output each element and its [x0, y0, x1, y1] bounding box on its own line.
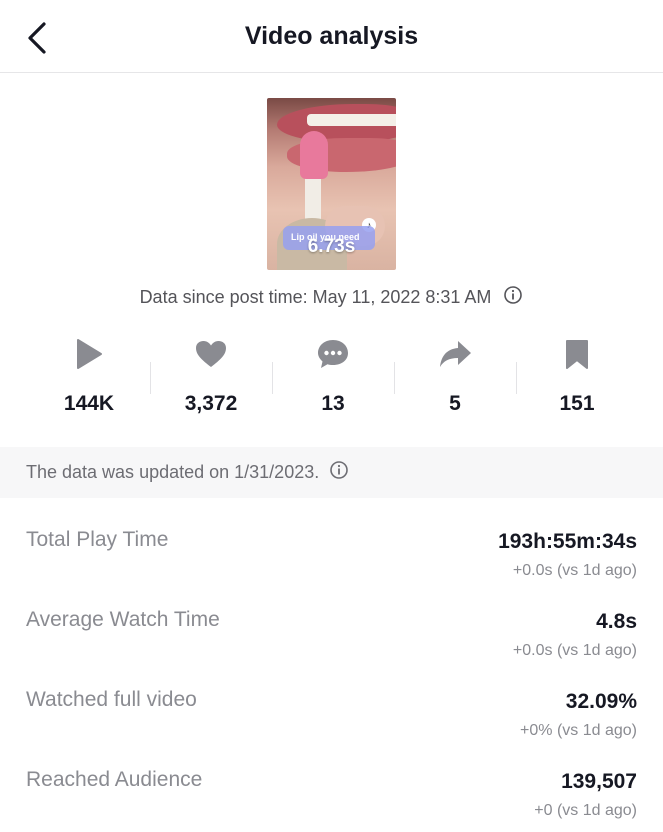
metric-reached-audience: Reached Audience 139,507 +0 (vs 1d ago): [0, 758, 663, 828]
metric-watched-full-video: Watched full video 32.09% +0% (vs 1d ago…: [0, 678, 663, 748]
shares-count: 5: [449, 392, 461, 415]
metric-value: 139,507: [561, 770, 637, 793]
stat-shares: 5: [394, 336, 516, 426]
metric-total-play-time: Total Play Time 193h:55m:34s +0.0s (vs 1…: [0, 518, 663, 588]
metric-label: Reached Audience: [26, 768, 203, 791]
video-thumbnail[interactable]: ♪ Lip oil you need 6.73s: [267, 98, 396, 270]
comments-count: 13: [321, 392, 345, 415]
video-duration: 6.73s: [307, 236, 356, 257]
page-title: Video analysis: [244, 22, 419, 50]
data-updated-banner: The data was updated on 1/31/2023.: [0, 447, 663, 498]
saves-count: 151: [559, 392, 595, 415]
metric-delta: +0% (vs 1d ago): [520, 722, 637, 739]
metric-delta: +0.0s (vs 1d ago): [512, 562, 637, 579]
comment-icon: [318, 340, 348, 368]
stats-row: 144K 3,372 13 5 151: [28, 336, 638, 426]
plays-count: 144K: [63, 392, 115, 415]
heart-icon: [196, 341, 226, 367]
metric-delta: +0 (vs 1d ago): [534, 802, 637, 819]
data-since-row: Data since post time: May 11, 2022 8:31 …: [0, 285, 663, 310]
metric-value: 4.8s: [596, 610, 637, 633]
info-icon[interactable]: [503, 285, 523, 310]
stat-saves: 151: [516, 336, 638, 426]
data-since-text: Data since post time: May 11, 2022 8:31 …: [139, 287, 492, 307]
likes-count: 3,372: [184, 392, 238, 415]
metric-value: 32.09%: [565, 690, 637, 713]
metric-average-watch-time: Average Watch Time 4.8s +0.0s (vs 1d ago…: [0, 598, 663, 668]
top-bar: Video analysis: [0, 0, 663, 73]
play-icon: [77, 339, 102, 369]
metric-label: Total Play Time: [26, 528, 169, 551]
metric-label: Average Watch Time: [26, 608, 220, 631]
info-icon[interactable]: [329, 460, 349, 485]
stat-likes: 3,372: [150, 336, 272, 426]
metric-delta: +0.0s (vs 1d ago): [512, 642, 637, 659]
share-icon: [440, 341, 471, 367]
metric-label: Watched full video: [26, 688, 197, 711]
stat-plays: 144K: [28, 336, 150, 426]
stat-comments: 13: [272, 336, 394, 426]
data-updated-text: The data was updated on 1/31/2023.: [26, 462, 320, 482]
metric-value: 193h:55m:34s: [498, 530, 637, 553]
bookmark-icon: [566, 340, 588, 369]
